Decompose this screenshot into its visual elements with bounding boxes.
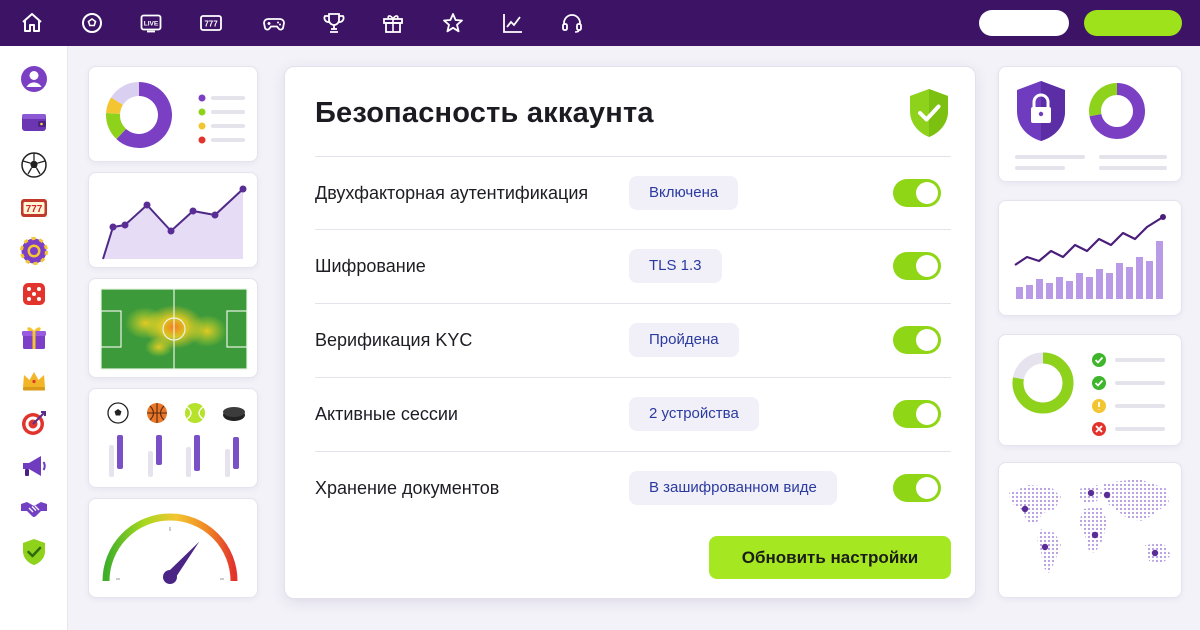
page-title: Безопасность аккаунта [315, 97, 654, 129]
gamepad-icon[interactable] [259, 8, 289, 38]
dice-icon[interactable] [17, 277, 51, 311]
world-map [1009, 479, 1171, 573]
gift-icon[interactable] [17, 320, 51, 354]
trophy-icon[interactable] [319, 8, 349, 38]
donut-segment [106, 112, 127, 140]
toggle-active-sessions[interactable] [893, 400, 941, 428]
combo-bar-line-chart [1014, 214, 1166, 299]
soccer-ball-icon[interactable] [77, 8, 107, 38]
status-badge-two-factor: Включена [629, 176, 739, 210]
slot-777-icon[interactable]: 777 [196, 8, 226, 38]
divider [315, 229, 951, 230]
warning-icon [1092, 399, 1106, 413]
megaphone-icon[interactable] [17, 449, 51, 483]
shield-check-icon[interactable] [17, 535, 51, 569]
row-label-active-sessions: Активные сессии [315, 404, 458, 424]
speed-gauge [102, 513, 238, 584]
donut-segment [106, 97, 124, 115]
crown-icon[interactable] [17, 363, 51, 397]
shield-check-icon [910, 89, 948, 137]
security-lock-card [998, 66, 1182, 182]
donut-chart-card [88, 66, 258, 162]
sports-bar-chart [107, 402, 245, 477]
check-icon [1092, 353, 1106, 367]
row-label-document-storage: Хранение документов [315, 478, 500, 498]
status-badge-encryption: TLS 1.3 [629, 249, 722, 283]
wallet-icon[interactable] [17, 105, 51, 139]
svg-text:777: 777 [204, 20, 218, 29]
svg-text:LIVE: LIVE [144, 21, 159, 28]
soccer-ball-icon[interactable] [17, 148, 51, 182]
error-icon [1092, 422, 1106, 436]
donut-segment [1089, 83, 1118, 117]
row-label-kyc: Верификация KYC [315, 330, 473, 350]
divider [315, 156, 951, 157]
chart-line-icon[interactable] [498, 8, 528, 38]
status-badge-active-sessions: 2 устройства [629, 397, 759, 431]
live-icon[interactable]: LIVE [136, 8, 166, 38]
register-button[interactable] [1084, 10, 1182, 36]
status-badge-kyc: Пройдена [629, 323, 739, 357]
divider [315, 303, 951, 304]
progress-ring [1012, 352, 1074, 414]
heatmap-card [88, 278, 258, 378]
donut-segment [111, 82, 140, 106]
world-map-card [998, 462, 1182, 598]
status-badge-document-storage: В зашифрованном виде [629, 471, 837, 505]
slot-777-icon[interactable]: 777 [17, 191, 51, 225]
toggle-kyc[interactable] [893, 326, 941, 354]
handshake-icon[interactable] [17, 492, 51, 526]
football-field-heatmap [100, 288, 248, 370]
top-navigation-bar: LIVE 777 [0, 0, 1200, 46]
left-sidebar: 777 [0, 46, 68, 630]
target-icon[interactable] [17, 406, 51, 440]
toggle-encryption[interactable] [893, 252, 941, 280]
row-label-two-factor: Двухфакторная аутентификация [315, 183, 589, 203]
home-icon[interactable] [17, 8, 47, 38]
donut-chart [106, 82, 172, 148]
update-settings-button[interactable]: Обновить настройки [709, 536, 951, 579]
check-icon [1092, 376, 1106, 390]
user-icon[interactable] [17, 62, 51, 96]
account-security-panel: Безопасность аккаунта Двухфакторная ауте… [284, 66, 976, 599]
toggle-two-factor[interactable] [893, 179, 941, 207]
checklist-card [998, 334, 1182, 446]
divider [315, 451, 951, 452]
login-button[interactable] [979, 10, 1069, 36]
svg-text:777: 777 [26, 204, 43, 215]
star-icon[interactable] [438, 8, 468, 38]
line-chart [102, 185, 247, 260]
divider [315, 377, 951, 378]
line-chart-card [88, 172, 258, 268]
casino-chip-icon[interactable] [17, 234, 51, 268]
gauge-card [88, 498, 258, 598]
row-label-encryption: Шифрование [315, 256, 426, 276]
donut-chart [1089, 83, 1145, 139]
sports-stats-card [88, 388, 258, 488]
headset-icon[interactable] [557, 8, 587, 38]
bar-line-chart-card [998, 200, 1182, 316]
gift-icon[interactable] [378, 8, 408, 38]
lock-shield-icon [1017, 81, 1065, 141]
toggle-document-storage[interactable] [893, 474, 941, 502]
